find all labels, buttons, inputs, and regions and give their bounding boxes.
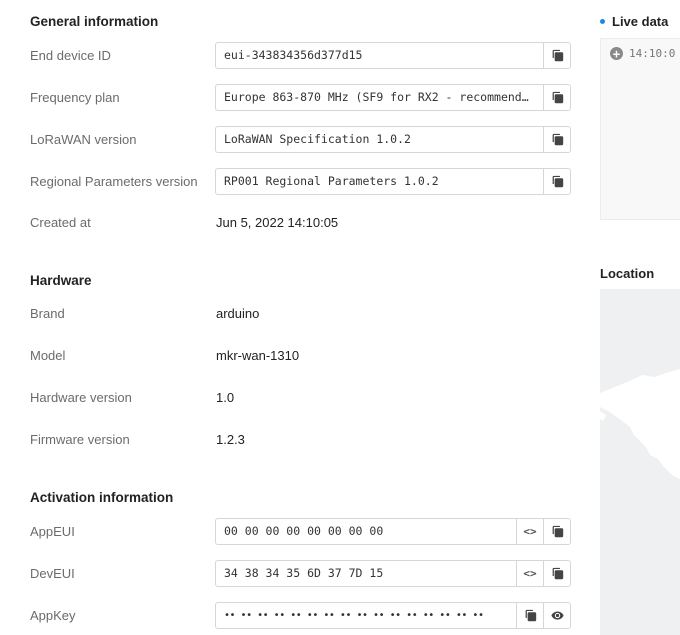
copy-end-device-id-button[interactable] (543, 43, 570, 68)
code-icon: <> (523, 567, 537, 580)
copy-icon (552, 91, 563, 104)
location-map[interactable] (600, 289, 680, 635)
lorawan-version-value[interactable]: LoRaWAN Specification 1.0.2 (216, 127, 543, 152)
regional-parameters-field: RP001 Regional Parameters 1.0.2 (215, 168, 571, 195)
hardware-version-value: 1.0 (216, 390, 235, 405)
live-data-entry[interactable]: + 14:10:0 (610, 47, 675, 60)
live-data-title[interactable]: Live data (600, 14, 668, 29)
eye-icon (550, 611, 564, 620)
end-device-id-row: End device ID eui-343834356d377d15 (30, 42, 590, 70)
end-device-id-value[interactable]: eui-343834356d377d15 (216, 43, 543, 68)
brand-label: Brand (30, 306, 65, 321)
dev-eui-value[interactable]: 34 38 34 35 6D 37 7D 15 (216, 561, 516, 586)
show-app-key-button[interactable] (543, 603, 570, 628)
copy-icon (552, 49, 563, 62)
regional-parameters-label: Regional Parameters version (30, 174, 198, 189)
frequency-plan-field: Europe 863-870 MHz (SF9 for RX2 - recomm… (215, 84, 571, 111)
regional-parameters-value[interactable]: RP001 Regional Parameters 1.0.2 (216, 169, 543, 194)
copy-app-key-button[interactable] (516, 603, 543, 628)
lorawan-version-row: LoRaWAN version LoRaWAN Specification 1.… (30, 126, 590, 154)
frequency-plan-label: Frequency plan (30, 90, 120, 105)
copy-icon (525, 609, 536, 622)
hardware-version-row: Hardware version 1.0 (30, 384, 590, 412)
app-key-row: AppKey •• •• •• •• •• •• •• •• •• •• •• … (30, 602, 590, 630)
model-value: mkr-wan-1310 (216, 348, 300, 363)
dev-eui-field: 34 38 34 35 6D 37 7D 15 <> (215, 560, 571, 587)
code-icon: <> (523, 525, 537, 538)
hardware-version-label: Hardware version (30, 390, 132, 405)
live-entry-time: 14:10:0 (629, 47, 676, 60)
copy-icon (552, 175, 563, 188)
created-at-label: Created at (30, 215, 91, 230)
live-data-panel: + 14:10:0 (600, 38, 680, 220)
end-device-id-field: eui-343834356d377d15 (215, 42, 571, 69)
dev-eui-label: DevEUI (30, 566, 75, 581)
copy-lorawan-version-button[interactable] (543, 127, 570, 152)
firmware-version-value: 1.2.3 (216, 432, 245, 447)
copy-app-eui-button[interactable] (543, 519, 570, 544)
live-data-label: Live data (612, 14, 669, 29)
app-eui-row: AppEUI 00 00 00 00 00 00 00 00 <> (30, 518, 590, 546)
toggle-byte-order-button[interactable]: <> (516, 519, 543, 544)
copy-icon (552, 133, 563, 146)
activation-information-title: Activation information (30, 490, 174, 505)
regional-parameters-row: Regional Parameters version RP001 Region… (30, 168, 590, 196)
created-at-value: Jun 5, 2022 14:10:05 (216, 215, 339, 230)
lorawan-version-field: LoRaWAN Specification 1.0.2 (215, 126, 571, 153)
brand-value: arduino (216, 306, 260, 321)
copy-frequency-plan-button[interactable] (543, 85, 570, 110)
app-eui-value[interactable]: 00 00 00 00 00 00 00 00 (216, 519, 516, 544)
lorawan-version-label: LoRaWAN version (30, 132, 137, 147)
copy-icon (552, 567, 563, 580)
frequency-plan-row: Frequency plan Europe 863-870 MHz (SF9 f… (30, 84, 590, 112)
app-key-label: AppKey (30, 608, 76, 623)
device-overview: General information End device ID eui-34… (0, 0, 590, 635)
dev-eui-row: DevEUI 34 38 34 35 6D 37 7D 15 <> (30, 560, 590, 588)
map-landmass-icon (600, 369, 680, 479)
general-information-title: General information (30, 14, 159, 29)
app-key-field: •• •• •• •• •• •• •• •• •• •• •• •• •• •… (215, 602, 571, 629)
location-title: Location (600, 266, 655, 281)
model-label: Model (30, 348, 66, 363)
live-indicator-icon (600, 19, 605, 25)
model-row: Model mkr-wan-1310 (30, 342, 590, 370)
firmware-version-row: Firmware version 1.2.3 (30, 426, 590, 454)
frequency-plan-value[interactable]: Europe 863-870 MHz (SF9 for RX2 - recomm… (216, 85, 543, 110)
copy-icon (552, 525, 563, 538)
copy-dev-eui-button[interactable] (543, 561, 570, 586)
copy-regional-parameters-button[interactable] (543, 169, 570, 194)
end-device-id-label: End device ID (30, 48, 111, 63)
brand-row: Brand arduino (30, 300, 590, 328)
expand-plus-icon[interactable]: + (610, 47, 623, 60)
toggle-byte-order-button[interactable]: <> (516, 561, 543, 586)
firmware-version-label: Firmware version (30, 432, 130, 447)
hardware-title: Hardware (30, 273, 92, 288)
app-key-value[interactable]: •• •• •• •• •• •• •• •• •• •• •• •• •• •… (216, 603, 516, 628)
created-at-row: Created at Jun 5, 2022 14:10:05 (30, 209, 590, 237)
app-eui-label: AppEUI (30, 524, 75, 539)
app-eui-field: 00 00 00 00 00 00 00 00 <> (215, 518, 571, 545)
